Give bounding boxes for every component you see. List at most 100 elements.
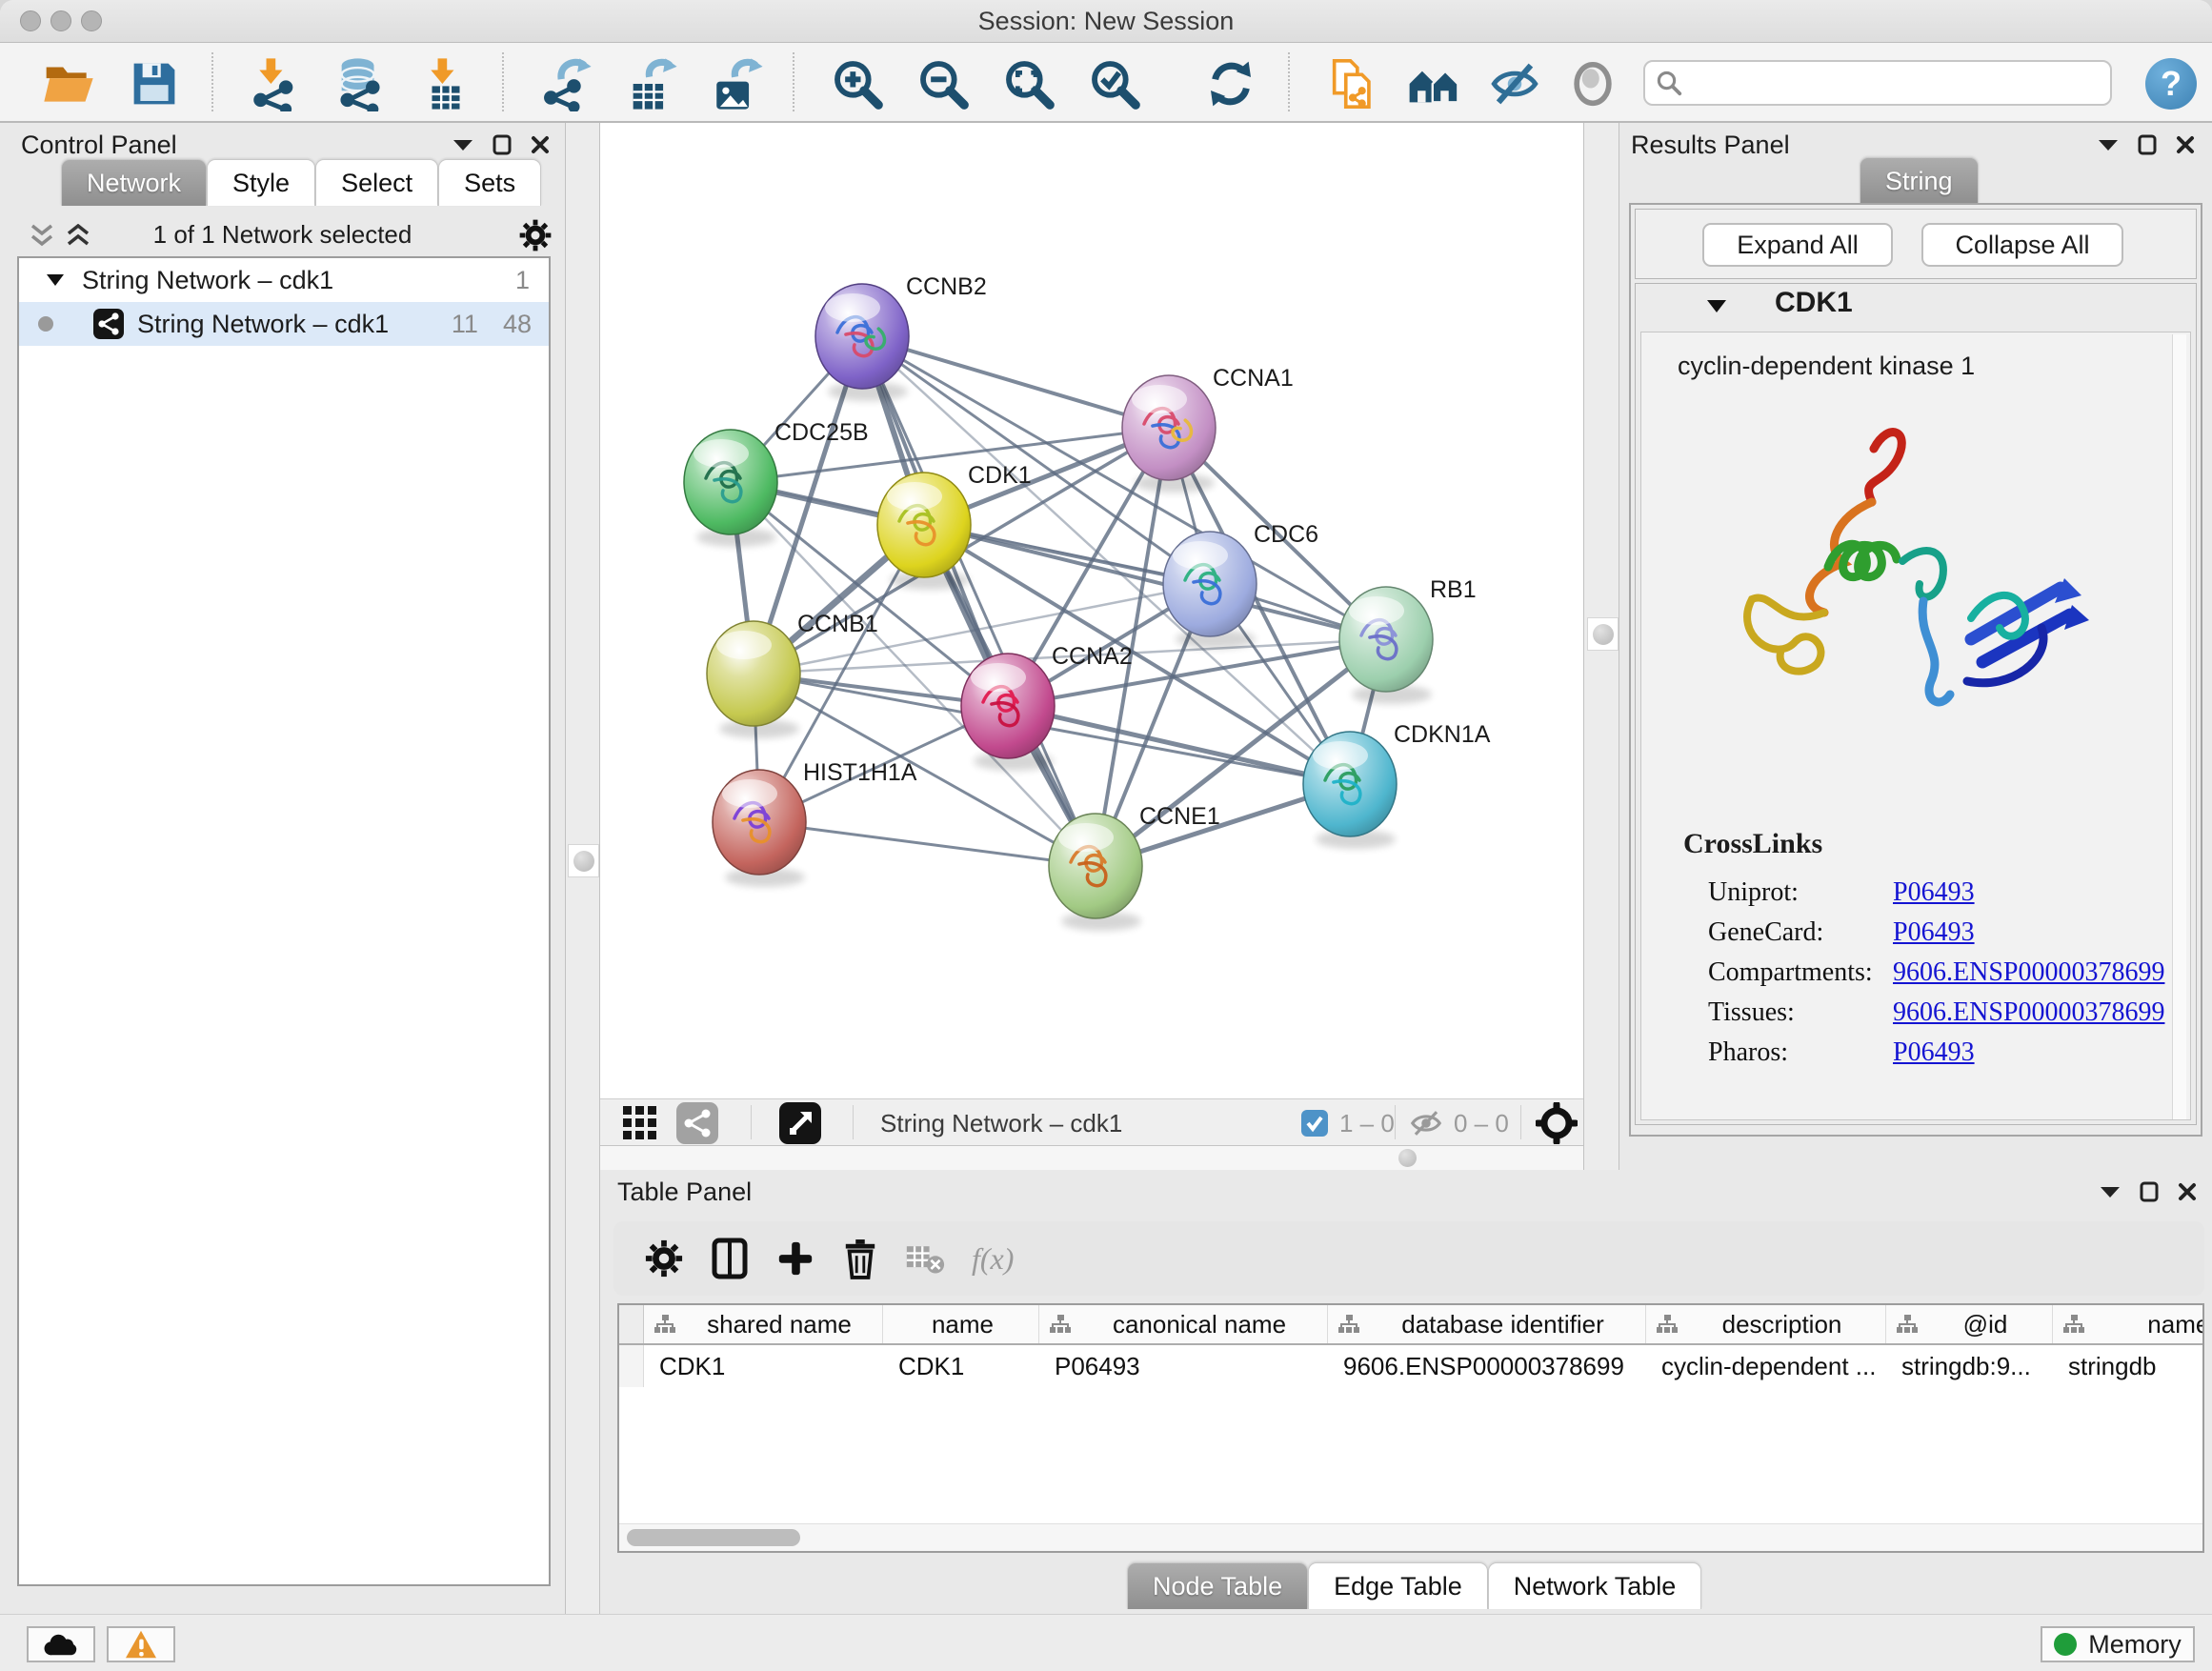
tab-node-table[interactable]: Node Table: [1127, 1562, 1308, 1609]
crosslink-link[interactable]: 9606.ENSP00000378699: [1893, 957, 2164, 988]
table-cell[interactable]: CDK1: [883, 1352, 1039, 1381]
export-network-button[interactable]: [534, 52, 597, 115]
network-node-HIST1H1A[interactable]: [713, 770, 806, 887]
collapse-all-button[interactable]: Collapse All: [1921, 223, 2123, 267]
function-builder-button[interactable]: f(x): [972, 1241, 1014, 1277]
show-all-button[interactable]: [1561, 52, 1624, 115]
tab-network[interactable]: Network: [61, 159, 207, 206]
delete-column-icon[interactable]: [842, 1238, 878, 1279]
crosslink-link[interactable]: P06493: [1893, 1037, 1975, 1068]
open-session-button[interactable]: [37, 52, 100, 115]
import-table-button[interactable]: [414, 52, 477, 115]
collapse-panel-icon[interactable]: [2098, 138, 2119, 151]
column-header-description[interactable]: description: [1646, 1305, 1886, 1343]
tab-sets[interactable]: Sets: [438, 159, 541, 206]
column-header-namespace[interactable]: namespace: [2053, 1305, 2204, 1343]
view-share-icon[interactable]: [676, 1102, 718, 1144]
refresh-view-button[interactable]: [1199, 52, 1262, 115]
left-splitter-handle[interactable]: [568, 844, 599, 877]
home-networks-button[interactable]: [1402, 52, 1465, 115]
search-input[interactable]: [1683, 68, 2110, 99]
table-cell[interactable]: 9606.ENSP00000378699: [1328, 1352, 1646, 1381]
save-session-button[interactable]: [123, 52, 186, 115]
memory-button[interactable]: Memory: [2041, 1626, 2195, 1662]
network-node-CDKN1A[interactable]: [1303, 732, 1397, 849]
network-canvas[interactable]: CCNB2CCNA1CDC25BCDK1CDC6RB1CCNB1CCNA2CDK…: [600, 123, 1583, 1098]
import-network-button[interactable]: [243, 52, 306, 115]
hide-selected-button[interactable]: [1483, 52, 1546, 115]
right-splitter[interactable]: [1583, 123, 1619, 1170]
close-panel-icon[interactable]: [531, 135, 550, 154]
close-panel-icon[interactable]: [2178, 1182, 2197, 1201]
edge-CCNB2-CCNE1[interactable]: [862, 336, 1096, 866]
section-collapse-icon[interactable]: [1706, 299, 1727, 313]
node-table[interactable]: shared namenamecanonical namedatabase id…: [617, 1303, 2204, 1553]
table-cell[interactable]: CDK1: [644, 1352, 883, 1381]
table-gear-icon[interactable]: [644, 1238, 684, 1278]
tree-expand-icon[interactable]: [46, 273, 65, 287]
export-image-button[interactable]: [706, 52, 769, 115]
gear-icon[interactable]: [518, 218, 553, 252]
help-button[interactable]: ?: [2145, 58, 2197, 110]
network-node-CCNE1[interactable]: [1049, 814, 1142, 931]
column-header-shared-name[interactable]: shared name: [644, 1305, 883, 1343]
edge-CCNA2-CDKN1A[interactable]: [1008, 706, 1350, 784]
grid-view-icon[interactable]: [621, 1104, 659, 1142]
zoom-selected-button[interactable]: [1083, 52, 1146, 115]
network-graph[interactable]: CCNB2CCNA1CDC25BCDK1CDC6RB1CCNB1CCNA2CDK…: [600, 123, 1583, 1098]
add-column-icon[interactable]: [775, 1238, 815, 1278]
network-node-CCNB2[interactable]: [815, 284, 909, 401]
clone-network-button[interactable]: [1321, 52, 1384, 115]
horizontal-splitter-handle[interactable]: [1398, 1149, 1417, 1167]
warnings-button[interactable]: [107, 1626, 175, 1662]
float-panel-icon[interactable]: [2138, 134, 2157, 155]
import-network-from-database-button[interactable]: [329, 52, 392, 115]
cloud-status-button[interactable]: [27, 1626, 95, 1662]
table-cell[interactable]: stringdb: [2053, 1352, 2204, 1381]
zoom-out-button[interactable]: [912, 52, 975, 115]
network-collection-row[interactable]: String Network – cdk1 1: [19, 258, 549, 302]
float-panel-icon[interactable]: [493, 134, 512, 155]
network-row[interactable]: String Network – cdk1 11 48: [19, 302, 549, 346]
edge-CCNB2-CCNA1[interactable]: [862, 336, 1169, 428]
network-node-CCNA1[interactable]: [1122, 375, 1216, 493]
table-cell[interactable]: P06493: [1039, 1352, 1328, 1381]
table-hscrollbar[interactable]: [619, 1523, 2202, 1551]
column-header-canonical-name[interactable]: canonical name: [1039, 1305, 1328, 1343]
export-table-button[interactable]: [620, 52, 683, 115]
show-columns-icon[interactable]: [711, 1238, 749, 1279]
collapse-panel-icon[interactable]: [2100, 1185, 2121, 1198]
expand-all-button[interactable]: Expand All: [1702, 223, 1893, 267]
column-header-database-identifier[interactable]: database identifier: [1328, 1305, 1646, 1343]
selected-checkbox-icon[interactable]: [1301, 1110, 1328, 1137]
edge-HIST1H1A-CCNE1[interactable]: [759, 822, 1096, 866]
column-header-name[interactable]: name: [883, 1305, 1039, 1343]
birdseye-view-icon[interactable]: [779, 1102, 821, 1144]
table-cell[interactable]: stringdb:9...: [1886, 1352, 2053, 1381]
network-node-RB1[interactable]: [1339, 587, 1433, 704]
crosslink-link[interactable]: 9606.ENSP00000378699: [1893, 997, 2164, 1028]
crosslink-link[interactable]: P06493: [1893, 917, 1975, 948]
tab-style[interactable]: Style: [207, 159, 315, 206]
float-panel-icon[interactable]: [2140, 1181, 2159, 1202]
table-hscrollbar-thumb[interactable]: [627, 1529, 800, 1546]
column-header-@id[interactable]: @id: [1886, 1305, 2053, 1343]
collapse-panel-icon[interactable]: [452, 138, 473, 151]
left-splitter[interactable]: [565, 123, 600, 1614]
network-node-CDC25B[interactable]: [684, 430, 777, 547]
tab-select[interactable]: Select: [315, 159, 438, 206]
zoom-fit-button[interactable]: [997, 52, 1060, 115]
results-scrollbar[interactable]: [2172, 334, 2186, 1119]
clear-table-icon[interactable]: [905, 1242, 945, 1275]
tab-edge-table[interactable]: Edge Table: [1308, 1562, 1488, 1609]
fit-selected-crosshair-icon[interactable]: [1536, 1102, 1578, 1144]
tab-string[interactable]: String: [1860, 157, 1979, 204]
network-node-CCNB1[interactable]: [707, 621, 800, 738]
tab-network-table[interactable]: Network Table: [1488, 1562, 1702, 1609]
table-row[interactable]: CDK1CDK1P064939606.ENSP00000378699cyclin…: [619, 1345, 2202, 1387]
crosslink-link[interactable]: P06493: [1893, 877, 1975, 908]
right-splitter-handle[interactable]: [1587, 617, 1619, 651]
zoom-in-button[interactable]: [826, 52, 889, 115]
table-cell[interactable]: cyclin-dependent ...: [1646, 1352, 1886, 1381]
close-panel-icon[interactable]: [2176, 135, 2195, 154]
